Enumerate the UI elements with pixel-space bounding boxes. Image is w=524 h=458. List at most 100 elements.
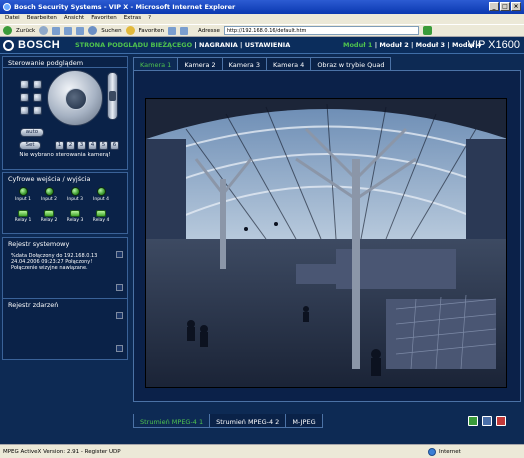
- nav-separator: |: [240, 41, 243, 49]
- ptz-panel: Sterowanie podglądem auto Set 1 2 3 4 5 …: [2, 56, 128, 170]
- maximize-button[interactable]: □: [500, 2, 510, 11]
- menu-tools[interactable]: Extras: [124, 15, 141, 24]
- preset-button-4[interactable]: 4: [88, 141, 97, 150]
- tab-mpeg4-stream-1[interactable]: Strumień MPEG-4 1: [133, 414, 211, 428]
- relay-switch-icon[interactable]: [96, 210, 106, 217]
- video-area: [133, 70, 521, 402]
- tab-camera-2[interactable]: Kamera 2: [177, 57, 223, 70]
- menu-favorites[interactable]: Favoriten: [91, 15, 116, 24]
- tab-camera-4[interactable]: Kamera 4: [265, 57, 312, 70]
- camera-tabs: Kamera 1 Kamera 2 Kamera 3 Kamera 4 Obra…: [133, 57, 392, 70]
- audio-icon[interactable]: [496, 416, 506, 426]
- go-arrow-icon[interactable]: [422, 26, 432, 35]
- forward-arrow-icon[interactable]: [39, 26, 49, 35]
- module-separator: |: [411, 41, 414, 49]
- relay-1[interactable]: Relay 1: [12, 210, 34, 223]
- input-led-icon: [44, 187, 54, 196]
- preset-row: Set 1 2 3 4 5 6: [3, 138, 127, 152]
- relay-4[interactable]: Relay 4: [90, 210, 112, 223]
- mail-icon[interactable]: [180, 26, 189, 35]
- history-icon[interactable]: [168, 26, 177, 35]
- set-preset-button[interactable]: Set: [19, 141, 41, 150]
- menu-file[interactable]: Datei: [5, 15, 20, 24]
- module-separator: |: [447, 41, 450, 49]
- menu-bar: Datei Bearbeiten Ansicht Favoriten Extra…: [0, 14, 524, 24]
- slider-knob[interactable]: [109, 91, 116, 101]
- internet-globe-icon: [428, 448, 436, 456]
- module-3-link[interactable]: Moduł 3: [416, 41, 445, 49]
- event-log-scrollbar[interactable]: [116, 312, 123, 360]
- zoom-in-icon[interactable]: [20, 80, 29, 89]
- module-separator: |: [374, 41, 378, 49]
- nav-recordings[interactable]: NAGRANIA: [199, 41, 238, 49]
- nav-live-page[interactable]: STRONA PODGLĄDU BIEŻĄCEGO: [75, 41, 192, 49]
- back-arrow-icon[interactable]: [3, 26, 12, 35]
- tab-camera-1[interactable]: Kamera 1: [133, 57, 179, 70]
- menu-view[interactable]: Ansicht: [64, 15, 84, 24]
- main-content: Sterowanie podglądem auto Set 1 2 3 4 5 …: [0, 54, 524, 444]
- video-frame-image: [146, 99, 506, 387]
- menu-edit[interactable]: Bearbeiten: [27, 15, 57, 24]
- relay-switch-icon[interactable]: [44, 210, 54, 217]
- system-log-box[interactable]: %data Dołączony do 192.168.0.13 24.04.20…: [3, 249, 127, 299]
- search-button-label[interactable]: Suchen: [101, 28, 121, 34]
- stream-tabs: Strumień MPEG-4 1 Strumień MPEG-4 2 M-JP…: [133, 414, 323, 428]
- ptz-panel-title: Sterowanie podglądem: [3, 57, 127, 68]
- ptz-speed-slider[interactable]: [107, 72, 118, 120]
- menu-help[interactable]: ?: [148, 15, 151, 24]
- status-text: MPEG ActiveX Version: 2.91 - Register UD…: [3, 448, 121, 455]
- nav-settings[interactable]: USTAWIENIA: [245, 41, 291, 49]
- relay-2-label: Relay 2: [40, 218, 58, 223]
- close-button[interactable]: ×: [511, 2, 521, 11]
- scroll-down-icon[interactable]: [116, 284, 123, 291]
- live-video-feed[interactable]: [145, 98, 507, 388]
- home-icon[interactable]: [76, 26, 85, 35]
- auto-button[interactable]: auto: [20, 128, 44, 137]
- relay-switch-icon[interactable]: [70, 210, 80, 217]
- focus-near-icon[interactable]: [20, 93, 29, 102]
- pan-tilt-wheel[interactable]: [47, 70, 103, 126]
- event-log-box[interactable]: [3, 310, 127, 360]
- tab-mpeg4-stream-2[interactable]: Strumień MPEG-4 2: [209, 414, 287, 428]
- ptz-status-note: Nie wybrano sterowania kamerą!: [19, 152, 111, 158]
- iris-close-icon[interactable]: [33, 106, 42, 115]
- relay-2[interactable]: Relay 2: [38, 210, 60, 223]
- tab-quad-view[interactable]: Obraz w trybie Quad: [310, 57, 392, 70]
- zoom-out-icon[interactable]: [33, 80, 42, 89]
- iris-open-icon[interactable]: [20, 106, 29, 115]
- zone-label: Internet: [439, 449, 461, 455]
- focus-far-icon[interactable]: [33, 93, 42, 102]
- minimize-button[interactable]: _: [489, 2, 499, 11]
- system-log-scrollbar[interactable]: [116, 251, 123, 299]
- favorites-star-icon[interactable]: [125, 26, 135, 35]
- preset-button-1[interactable]: 1: [55, 141, 64, 150]
- back-button-label[interactable]: Zurück: [16, 28, 35, 34]
- record-icon[interactable]: [468, 416, 478, 426]
- scroll-up-icon[interactable]: [116, 251, 123, 258]
- snapshot-icon[interactable]: [482, 416, 492, 426]
- preset-button-3[interactable]: 3: [77, 141, 86, 150]
- address-input[interactable]: http://192.168.0.16/default.htm: [223, 26, 419, 35]
- preset-button-2[interactable]: 2: [66, 141, 75, 150]
- tab-mjpeg[interactable]: M-JPEG: [285, 414, 323, 428]
- pan-tilt-hub-icon: [65, 88, 87, 110]
- search-icon[interactable]: [88, 26, 98, 35]
- refresh-icon[interactable]: [64, 26, 73, 35]
- io-panel: Cyfrowe wejścia / wyjścia Input 1 Input …: [2, 172, 128, 234]
- preset-button-5[interactable]: 5: [99, 141, 108, 150]
- module-1-link[interactable]: Moduł 1: [343, 41, 372, 49]
- module-nav: Moduł 1 | Moduł 2 | Moduł 3 | Moduł 4: [343, 41, 481, 49]
- scroll-up-icon[interactable]: [116, 312, 123, 319]
- favorites-button-label[interactable]: Favoriten: [139, 28, 164, 34]
- relay-switch-icon[interactable]: [18, 210, 28, 217]
- tab-camera-3[interactable]: Kamera 3: [221, 57, 267, 70]
- relay-3[interactable]: Relay 3: [64, 210, 86, 223]
- input-1: Input 1: [12, 187, 34, 202]
- stop-icon[interactable]: [52, 26, 61, 35]
- io-grid: Input 1 Input 2 Input 3 Input 4 Relay 1 …: [3, 184, 127, 232]
- video-action-icons: [468, 416, 506, 426]
- scroll-down-icon[interactable]: [116, 345, 123, 352]
- module-2-link[interactable]: Moduł 2: [379, 41, 408, 49]
- preset-button-6[interactable]: 6: [110, 141, 119, 150]
- relay-4-label: Relay 4: [92, 218, 110, 223]
